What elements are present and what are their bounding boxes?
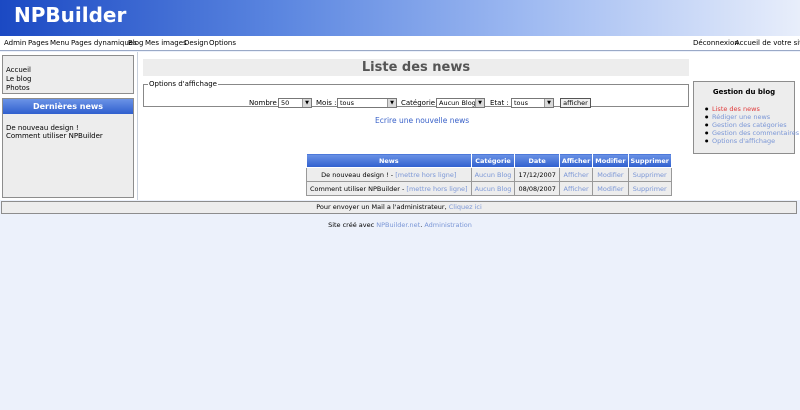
site-logo[interactable]: NPBuilder	[14, 3, 126, 27]
display-options-legend: Options d'affichage	[149, 80, 217, 88]
news-title: De nouveau design !	[321, 170, 389, 179]
supprimer-link[interactable]: Supprimer	[627, 181, 672, 196]
nav-pages-dynamiques[interactable]: Pages dynamiques	[71, 39, 137, 47]
display-options: Options d'affichage Nombre : 50 ▼ Mois :…	[143, 80, 689, 108]
afficher-button[interactable]: afficher	[560, 98, 591, 108]
mettre-hors-ligne-link[interactable]: [mettre hors ligne]	[406, 185, 467, 193]
left-column: Accueil Le blog Photos Dernières news De…	[0, 52, 138, 200]
chevron-down-icon: ▼	[387, 99, 396, 107]
nav-design[interactable]: Design	[184, 39, 208, 47]
nav-deconnexion[interactable]: Déconnexion	[693, 39, 739, 47]
etat-label: Etat :	[490, 99, 509, 107]
category-link[interactable]: Aucun Blog	[470, 167, 516, 182]
latest-news-box: Dernières news De nouveau design ! Comme…	[2, 98, 134, 198]
page-title-bar: Liste des news	[143, 59, 689, 76]
footer-mail-text: Pour envoyer un Mail a l'administrateur,	[316, 203, 447, 211]
category-link[interactable]: Aucun Blog	[470, 181, 516, 196]
mois-label: Mois :	[316, 99, 337, 107]
nombre-value: 50	[281, 99, 290, 107]
latest-news-item[interactable]: De nouveau design !	[6, 124, 79, 132]
left-menu: Accueil Le blog Photos	[2, 55, 134, 94]
categorie-select[interactable]: Aucun Blog ▼	[436, 98, 485, 108]
nav-blog[interactable]: Blog	[128, 39, 143, 47]
date-cell: 08/08/2007	[514, 181, 560, 196]
main-content: Liste des news Options d'affichage Nombr…	[138, 52, 800, 200]
table-row: De nouveau design ! - [mettre hors ligne…	[306, 167, 672, 182]
categorie-label: Catégorie :	[401, 99, 440, 107]
latest-news-title: Dernières news	[3, 99, 133, 114]
credit-separator: .	[420, 221, 423, 229]
blog-item-commentaires[interactable]: Gestion des commentaires	[705, 129, 799, 137]
mois-value: tous	[340, 99, 355, 107]
news-table: News Catégorie Date Afficher Modifier Su…	[306, 153, 672, 196]
supprimer-link[interactable]: Supprimer	[627, 167, 672, 182]
news-title-cell: Comment utiliser NPBuilder - [mettre hor…	[306, 181, 472, 196]
blog-item-rediger-news[interactable]: Rédiger une news	[705, 113, 799, 121]
left-menu-item-accueil[interactable]: Accueil	[6, 66, 31, 74]
blog-item-options[interactable]: Options d'affichage	[705, 137, 799, 145]
left-menu-item-photos[interactable]: Photos	[6, 84, 30, 92]
latest-news-item[interactable]: Comment utiliser NPBuilder	[6, 132, 103, 140]
site-header: NPBuilder	[0, 0, 800, 36]
nav-accueil-site[interactable]: Accueil de votre site	[735, 39, 800, 47]
blog-management-panel: Gestion du blog Liste des news Rédiger u…	[693, 81, 799, 154]
modifier-link[interactable]: Modifier	[592, 181, 629, 196]
categorie-value: Aucun Blog	[439, 99, 476, 107]
nombre-select[interactable]: 50 ▼	[278, 98, 312, 108]
afficher-link[interactable]: Afficher	[558, 167, 594, 182]
etat-value: tous	[514, 99, 529, 107]
column-header-afficher: Afficher	[558, 153, 594, 168]
left-menu-item-blog[interactable]: Le blog	[6, 75, 31, 83]
chevron-down-icon: ▼	[302, 99, 311, 107]
modifier-link[interactable]: Modifier	[592, 167, 629, 182]
news-title: Comment utiliser NPBuilder	[310, 184, 400, 193]
mois-select[interactable]: tous ▼	[337, 98, 397, 108]
separator: -	[401, 184, 405, 193]
footer-credit: Site créé avec NPBuilder.net. Administra…	[0, 221, 800, 229]
nav-options[interactable]: Options	[209, 39, 236, 47]
footer-mail-bar: Pour envoyer un Mail a l'administrateur,…	[1, 201, 797, 214]
news-title-cell: De nouveau design ! - [mettre hors ligne…	[306, 167, 472, 182]
etat-select[interactable]: tous ▼	[511, 98, 554, 108]
separator: -	[390, 170, 394, 179]
nav-pages[interactable]: Pages	[28, 39, 49, 47]
write-news-link[interactable]: Ecrire une nouvelle news	[375, 116, 469, 125]
chevron-down-icon: ▼	[475, 99, 484, 107]
blog-item-categories[interactable]: Gestion des catégories	[705, 121, 799, 129]
column-header-modifier: Modifier	[592, 153, 629, 168]
mettre-hors-ligne-link[interactable]: [mettre hors ligne]	[395, 171, 456, 179]
column-header-news[interactable]: News	[306, 153, 472, 168]
page-title: Liste des news	[361, 60, 471, 75]
top-navigation: Admin Pages Menu Pages dynamiques Blog M…	[0, 36, 800, 51]
nav-admin[interactable]: Admin	[4, 39, 26, 47]
nav-menu[interactable]: Menu	[50, 39, 69, 47]
afficher-link[interactable]: Afficher	[558, 181, 594, 196]
column-header-supprimer: Supprimer	[627, 153, 672, 168]
blog-panel-title: Gestion du blog	[712, 88, 776, 96]
credit-text: Site créé avec	[328, 221, 375, 229]
blog-item-liste-news[interactable]: Liste des news	[705, 105, 799, 113]
administration-link[interactable]: Administration	[424, 221, 472, 229]
nav-mes-images[interactable]: Mes images	[145, 39, 187, 47]
blog-panel-list: Liste des news Rédiger une news Gestion …	[705, 105, 799, 145]
table-row: Comment utiliser NPBuilder - [mettre hor…	[306, 181, 672, 196]
nombre-label: Nombre :	[249, 99, 282, 107]
column-header-categorie[interactable]: Catégorie	[470, 153, 516, 168]
npbuilder-link[interactable]: NPBuilder.net	[376, 221, 420, 229]
footer-mail-link[interactable]: Cliquez ici	[449, 203, 482, 211]
date-cell: 17/12/2007	[514, 167, 560, 182]
column-header-date[interactable]: Date	[514, 153, 560, 168]
chevron-down-icon: ▼	[544, 99, 553, 107]
